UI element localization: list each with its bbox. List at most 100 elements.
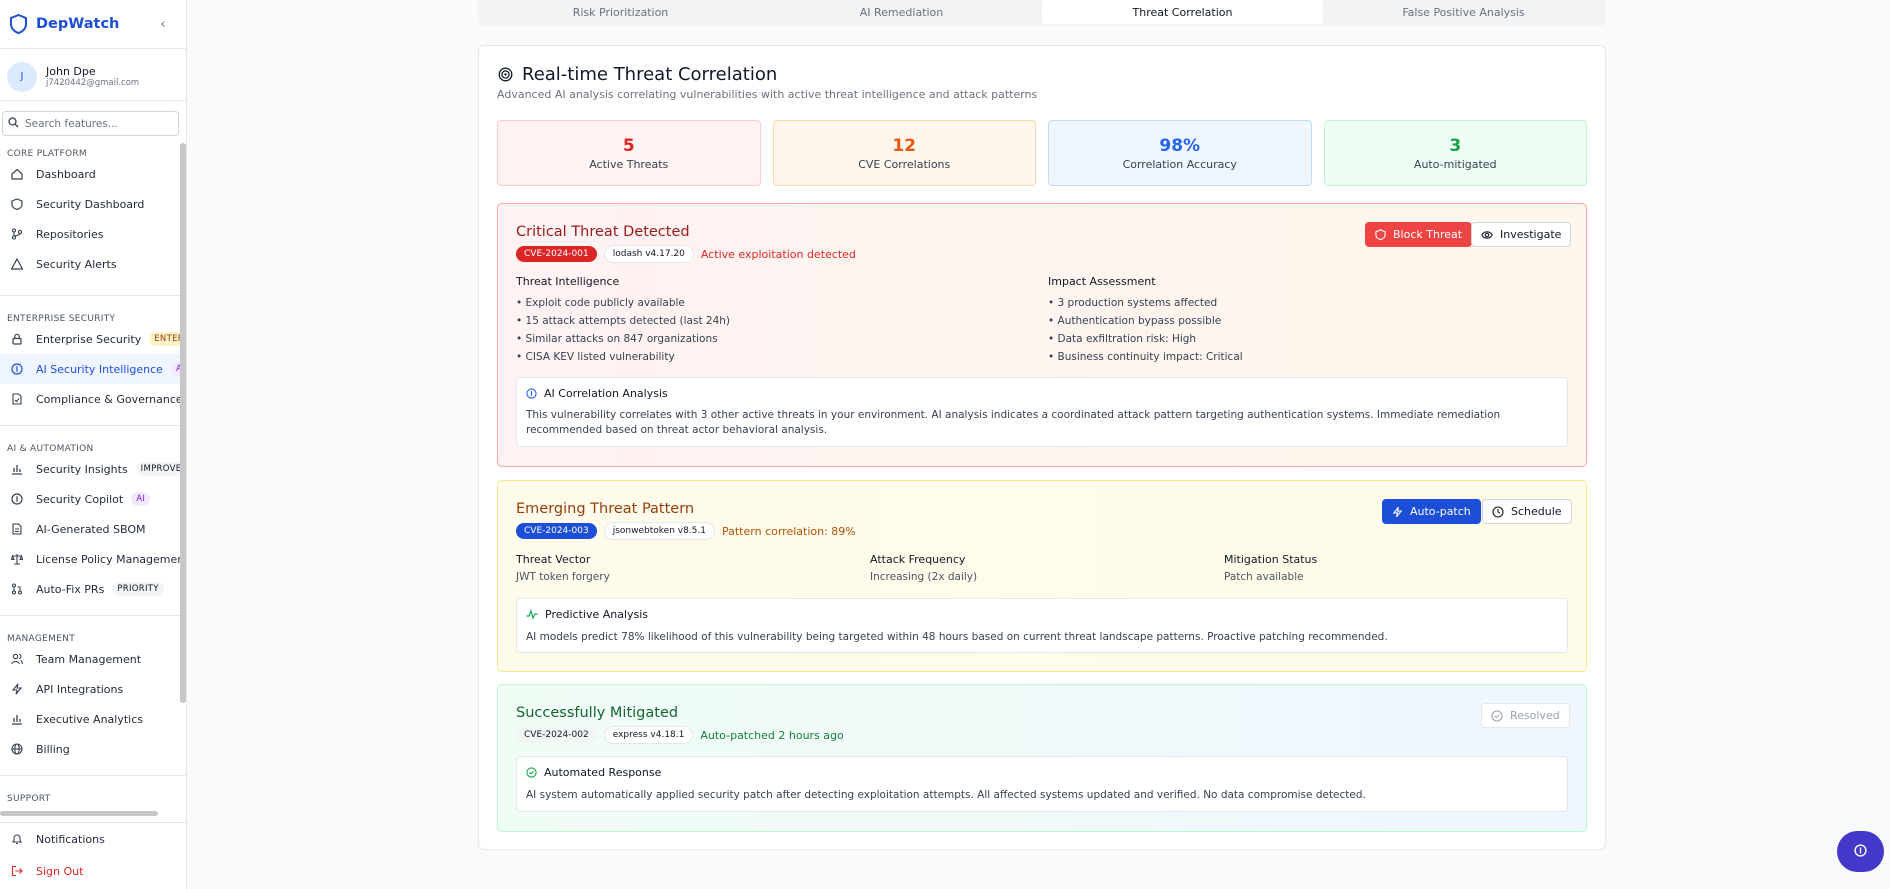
shield-icon — [1375, 229, 1386, 240]
sidebar-item-security-dashboard[interactable]: Security Dashboard — [0, 189, 186, 219]
impact-item: • Data exfiltration risk: High — [1048, 333, 1197, 345]
sidebar-item-label: Dashboard — [36, 167, 96, 181]
sidebar-item-label: Team Management — [36, 652, 142, 666]
section-label-support: SUPPORT — [7, 794, 51, 804]
sidebar-item-security-copilot[interactable]: Security Copilot AI — [0, 484, 186, 514]
section-label-enterprise: ENTERPRISE SECURITY — [7, 314, 116, 324]
stat-value: 5 — [622, 135, 635, 156]
sidebar-item-repositories[interactable]: Repositories — [0, 219, 186, 249]
resolved-label: Resolved — [1510, 709, 1560, 722]
block-threat-label: Block Threat — [1393, 228, 1463, 241]
log-out-icon — [11, 865, 23, 877]
page-title-text: Real-time Threat Correlation — [522, 64, 778, 85]
users-icon — [11, 653, 23, 665]
shield-logo-icon — [9, 14, 27, 34]
sidebar-item-executive-analytics[interactable]: Executive Analytics — [0, 704, 186, 734]
stat-value: 3 — [1449, 135, 1462, 156]
analysis-title: AI Correlation Analysis — [544, 387, 668, 400]
alert-triangle-icon — [11, 258, 23, 270]
cve-badge: CVE-2024-003 — [516, 523, 597, 539]
sidebar-item-label: API Integrations — [36, 682, 124, 696]
attack-frequency-value: Increasing (2x daily) — [870, 571, 978, 583]
stat-cve-correlations: 12 CVE Correlations — [772, 120, 1036, 186]
block-threat-button[interactable]: Block Threat — [1365, 222, 1473, 247]
section-label-ai-automation: AI & AUTOMATION — [7, 444, 94, 454]
auto-patch-button[interactable]: Auto-patch — [1382, 499, 1481, 524]
schedule-label: Schedule — [1511, 505, 1562, 518]
bell-icon — [11, 833, 23, 845]
zap-icon — [11, 683, 23, 695]
priority-badge: PRIORITY — [112, 582, 164, 596]
sidebar-item-enterprise-security[interactable]: Enterprise Security ENTERPRISE — [0, 324, 186, 354]
sidebar-item-auto-fix-prs[interactable]: Auto-Fix PRs PRIORITY — [0, 574, 186, 604]
sidebar-item-license-policy[interactable]: License Policy Management — [0, 544, 186, 574]
sidebar-item-label: Notifications — [36, 832, 105, 846]
scale-icon — [11, 553, 23, 565]
package-badge: lodash v4.17.20 — [603, 245, 694, 263]
zap-icon — [1392, 506, 1403, 518]
analysis-title: Predictive Analysis — [545, 608, 649, 621]
sign-out-button[interactable]: Sign Out — [0, 855, 186, 887]
home-icon — [11, 168, 23, 180]
user-email: j7420442@gmail.com — [46, 78, 140, 88]
auto-patch-label: Auto-patch — [1410, 505, 1471, 518]
tab-bar: Risk Prioritization AI Remediation Threa… — [478, 0, 1606, 26]
predictive-analysis: Predictive Analysis AI models predict 78… — [516, 598, 1568, 653]
stat-label: Active Threats — [589, 157, 669, 171]
analysis-title: Automated Response — [544, 766, 662, 779]
eye-icon — [1481, 230, 1493, 240]
sidebar-item-label: License Policy Management — [36, 552, 187, 566]
stat-correlation-accuracy: 98% Correlation Accuracy — [1048, 120, 1312, 186]
threat-correlation-panel: Real-time Threat Correlation Advanced AI… — [478, 45, 1606, 850]
schedule-button[interactable]: Schedule — [1482, 499, 1572, 524]
info-icon — [526, 388, 537, 399]
sidebar-item-label: Sign Out — [36, 864, 84, 878]
sidebar-item-notifications[interactable]: Notifications — [0, 823, 186, 855]
package-badge: express v4.18.1 — [603, 726, 694, 744]
threat-intel-item: • 15 attack attempts detected (last 24h) — [516, 315, 731, 327]
info-icon — [1854, 843, 1867, 860]
tab-ai-remediation[interactable]: AI Remediation — [761, 0, 1042, 24]
user-name: John Dpe — [46, 64, 96, 78]
sidebar-item-label: Repositories — [36, 227, 104, 241]
document-icon — [11, 523, 23, 535]
automated-response: Automated Response AI system automatical… — [516, 756, 1568, 812]
threat-intel-heading: Threat Intelligence — [516, 275, 620, 288]
collapse-sidebar-icon[interactable]: ‹ — [156, 16, 170, 32]
impact-item: • 3 production systems affected — [1048, 297, 1218, 309]
bar-chart-icon — [11, 463, 23, 475]
assistant-fab-button[interactable] — [1837, 831, 1884, 872]
search-box[interactable] — [2, 111, 179, 136]
sidebar-item-label: Billing — [36, 742, 70, 756]
sidebar-item-api-integrations[interactable]: API Integrations — [0, 674, 186, 704]
ai-badge: AI — [131, 492, 151, 506]
sidebar-item-dashboard[interactable]: Dashboard — [0, 159, 186, 189]
sidebar-scrollbar-horizontal[interactable] — [0, 811, 158, 816]
sidebar-item-security-alerts[interactable]: Security Alerts — [0, 249, 186, 279]
tab-threat-correlation[interactable]: Threat Correlation — [1042, 0, 1323, 24]
tab-risk-prioritization[interactable]: Risk Prioritization — [480, 0, 761, 24]
package-badge: jsonwebtoken v8.5.1 — [603, 522, 715, 540]
lock-icon — [11, 333, 23, 345]
impact-item: • Business continuity impact: Critical — [1048, 351, 1243, 363]
sidebar-item-ai-security-intelligence[interactable]: AI Security Intelligence AI — [0, 354, 186, 384]
investigate-button[interactable]: Investigate — [1471, 222, 1572, 247]
search-input[interactable] — [25, 117, 165, 130]
user-profile[interactable]: J John Dpe j7420442@gmail.com — [0, 53, 186, 101]
info-icon — [11, 493, 23, 505]
stat-auto-mitigated: 3 Auto-mitigated — [1323, 120, 1587, 186]
sidebar-item-team-management[interactable]: Team Management — [0, 644, 186, 674]
check-circle-icon — [526, 767, 537, 778]
tab-false-positive-analysis[interactable]: False Positive Analysis — [1323, 0, 1604, 24]
ai-correlation-analysis: AI Correlation Analysis This vulnerabili… — [516, 377, 1568, 447]
analysis-text: This vulnerability correlates with 3 oth… — [526, 409, 1501, 436]
threat-intel-item: • Exploit code publicly available — [516, 297, 685, 309]
sidebar-item-billing[interactable]: Billing — [0, 734, 186, 764]
sidebar-item-security-insights[interactable]: Security Insights IMPROVED — [0, 454, 186, 484]
threat-intel-item: • Similar attacks on 847 organizations — [516, 333, 718, 345]
sidebar-scrollbar-vertical[interactable] — [180, 143, 186, 703]
sidebar-item-compliance-governance[interactable]: Compliance & Governance — [0, 384, 186, 414]
sidebar-item-ai-sbom[interactable]: AI-Generated SBOM — [0, 514, 186, 544]
stat-value: 12 — [892, 135, 917, 156]
page-subtitle: Advanced AI analysis correlating vulnera… — [497, 88, 1038, 101]
